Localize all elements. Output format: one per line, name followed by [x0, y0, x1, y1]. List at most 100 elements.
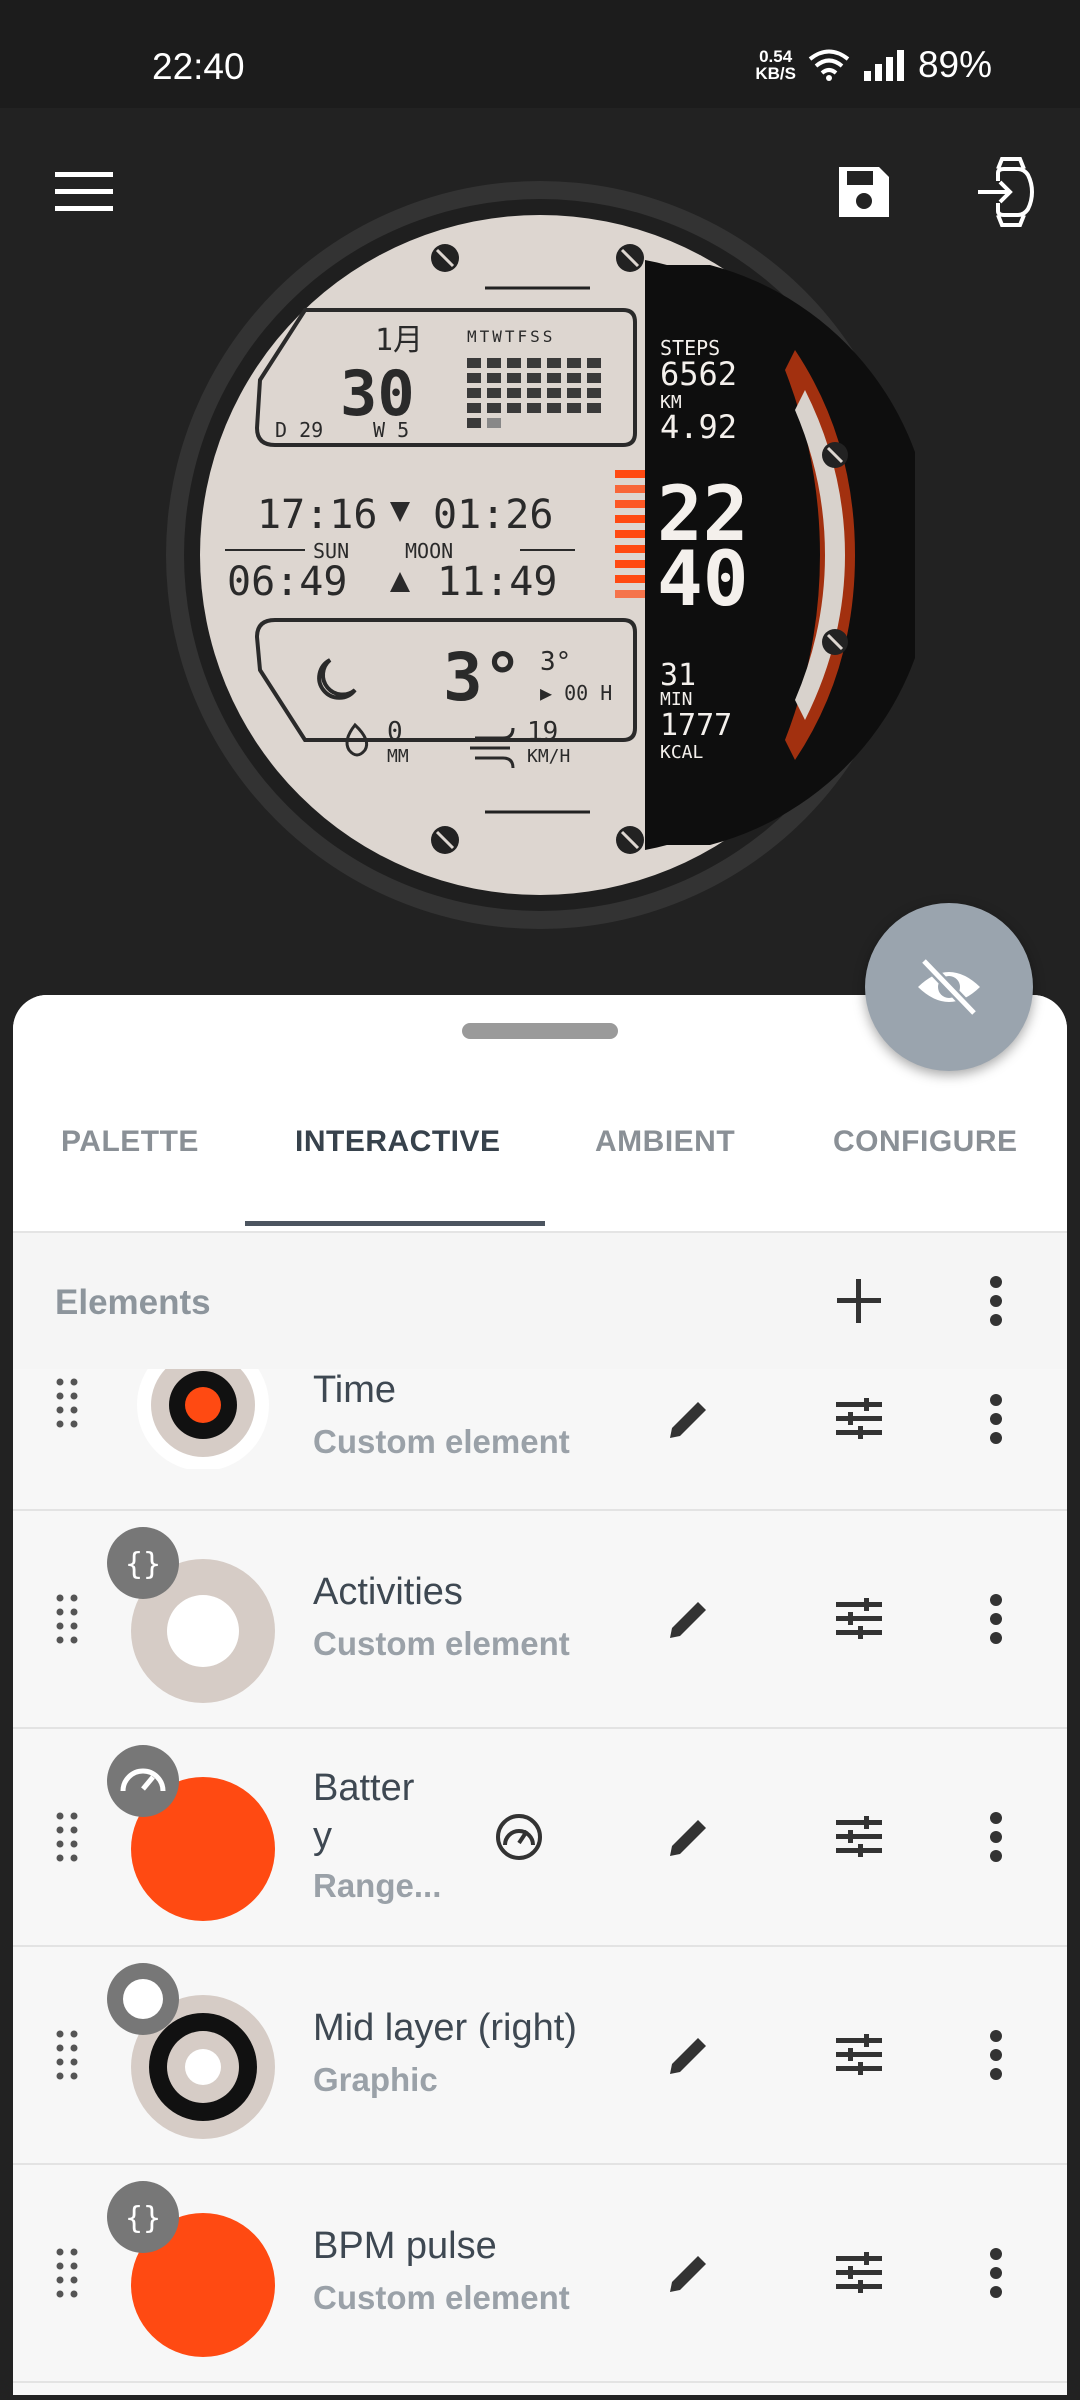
eye-off-icon [918, 957, 980, 1017]
watch-wind: 19 [527, 717, 558, 747]
drag-handle[interactable] [462, 1023, 618, 1039]
sliders-icon [836, 2034, 882, 2075]
edit-button[interactable] [659, 2025, 719, 2085]
watch-kcal-label: KCAL [660, 742, 704, 763]
pencil-icon [670, 2038, 706, 2074]
watch-rain: 0 [387, 717, 403, 747]
list-item-battery[interactable]: Batter y Range... [13, 1729, 1067, 1947]
item-more-button[interactable] [966, 1807, 1026, 1867]
drag-grip-icon[interactable] [55, 2247, 79, 2303]
drag-grip-icon[interactable] [55, 1377, 79, 1433]
edit-button[interactable] [659, 1589, 719, 1649]
status-indicators: 0.54 KB/S 89% [755, 44, 992, 86]
send-to-watch-icon [978, 157, 1035, 227]
watch-min-value: 31 [660, 658, 696, 693]
watch-wind-unit: KM/H [527, 746, 570, 767]
item-title: BPM pulse [313, 2225, 497, 2267]
watch-week: W 5 [373, 418, 409, 442]
list-item-activities[interactable]: {} Activities Custom element [13, 1511, 1067, 1729]
list-item-mid-layer[interactable]: Mid layer (right) Graphic [13, 1947, 1067, 2165]
tab-interactive[interactable]: INTERACTIVE [295, 1125, 501, 1159]
pencil-icon [670, 1402, 706, 1438]
svg-text:{}: {} [125, 2201, 161, 2236]
watch-moonrise: 01:26 [433, 492, 553, 538]
watch-steps: 6562 [660, 355, 737, 393]
pencil-icon [670, 1602, 706, 1638]
watch-day-of-year: D 29 [275, 418, 323, 442]
elements-list: Time Custom element {} Activities Custom… [13, 1369, 1067, 2395]
tab-configure[interactable]: CONFIGURE [833, 1125, 1018, 1159]
tab-palette[interactable]: PALETTE [61, 1125, 199, 1159]
item-more-button[interactable] [966, 1389, 1026, 1449]
watch-month: 1月 [375, 323, 423, 358]
svg-text:{}: {} [125, 1547, 161, 1582]
add-element-button[interactable] [829, 1271, 889, 1331]
gauge-icon [496, 1814, 542, 1860]
sliders-icon [836, 2252, 882, 2293]
wifi-icon [808, 49, 850, 81]
elements-more-button[interactable] [966, 1271, 1026, 1331]
watch-face-preview: 1月 30 MTWTFSS D 29 W 5 17:16 01:26 SUN M… [166, 181, 915, 929]
menu-button[interactable] [44, 152, 124, 232]
gauge-indicator [489, 1807, 549, 1867]
item-subtitle: Custom element [313, 2279, 570, 2316]
item-more-button[interactable] [966, 2243, 1026, 2303]
sliders-icon [836, 1816, 882, 1857]
more-vertical-icon [990, 1812, 1002, 1862]
item-title: Time [313, 1369, 397, 1411]
drag-grip-icon[interactable] [55, 2029, 79, 2085]
tune-button[interactable] [829, 1589, 889, 1649]
network-speed-unit: KB/S [755, 64, 796, 83]
item-title-line2: y [313, 1815, 332, 1857]
more-vertical-icon [990, 1276, 1002, 1326]
status-bar: 22:40 0.54 KB/S 89% [0, 0, 1080, 108]
list-item-time[interactable]: Time Custom element [13, 1369, 1067, 1511]
watch-km: 4.92 [660, 408, 737, 446]
edit-button[interactable] [659, 1807, 719, 1867]
sliders-icon [836, 1598, 882, 1639]
bottom-sheet: PALETTE INTERACTIVE AMBIENT CONFIGURE El… [13, 995, 1067, 2395]
send-to-watch-button[interactable] [966, 152, 1046, 232]
watch-temperature-time: ▶ 00 H [540, 681, 612, 705]
tab-ambient[interactable]: AMBIENT [595, 1125, 735, 1159]
tune-button[interactable] [829, 2243, 889, 2303]
network-speed-value: 0.54 [759, 47, 793, 66]
item-more-button[interactable] [966, 2025, 1026, 2085]
tune-button[interactable] [829, 2025, 889, 2085]
item-subtitle: Custom element [313, 1423, 570, 1460]
battery-percent: 89% [917, 44, 992, 85]
item-title-line1: Batter [313, 1767, 415, 1809]
drag-grip-icon[interactable] [55, 1593, 79, 1649]
more-vertical-icon [990, 2248, 1002, 2298]
time-element-icon [137, 1369, 269, 1469]
edit-button[interactable] [659, 2243, 719, 2303]
watch-temperature: 3° [443, 639, 522, 716]
tune-button[interactable] [829, 1389, 889, 1449]
signal-icon [863, 50, 904, 81]
more-vertical-icon [990, 2030, 1002, 2080]
watch-sunrise: 17:16 [257, 492, 377, 538]
hamburger-menu-icon [55, 172, 113, 211]
tune-button[interactable] [829, 1807, 889, 1867]
edit-button[interactable] [659, 1389, 719, 1449]
elements-header: Elements [13, 1233, 1067, 1369]
pencil-icon [670, 2256, 706, 2292]
item-more-button[interactable] [966, 1589, 1026, 1649]
item-subtitle: Custom element [313, 1625, 570, 1662]
item-subtitle: Graphic [313, 2061, 438, 2098]
watch-kcal: 1777 [660, 708, 732, 743]
watch-temperature-small: 3° [540, 647, 571, 677]
network-speed: 0.54 KB/S [755, 48, 796, 82]
item-subtitle: Range... [313, 1867, 442, 1904]
more-vertical-icon [990, 1594, 1002, 1644]
bpm-element-icon: {} [107, 2181, 275, 2357]
list-item-bpm-pulse[interactable]: {} BPM pulse Custom element [13, 2165, 1067, 2383]
item-title: Activities [313, 1571, 463, 1613]
battery-element-icon [107, 1745, 275, 1921]
elements-title: Elements [55, 1283, 211, 1322]
watch-sunset: 06:49 [227, 559, 347, 605]
drag-grip-icon[interactable] [55, 1811, 79, 1867]
plus-icon [837, 1279, 881, 1323]
toggle-visibility-button[interactable] [865, 903, 1033, 1071]
sliders-icon [836, 1398, 882, 1439]
